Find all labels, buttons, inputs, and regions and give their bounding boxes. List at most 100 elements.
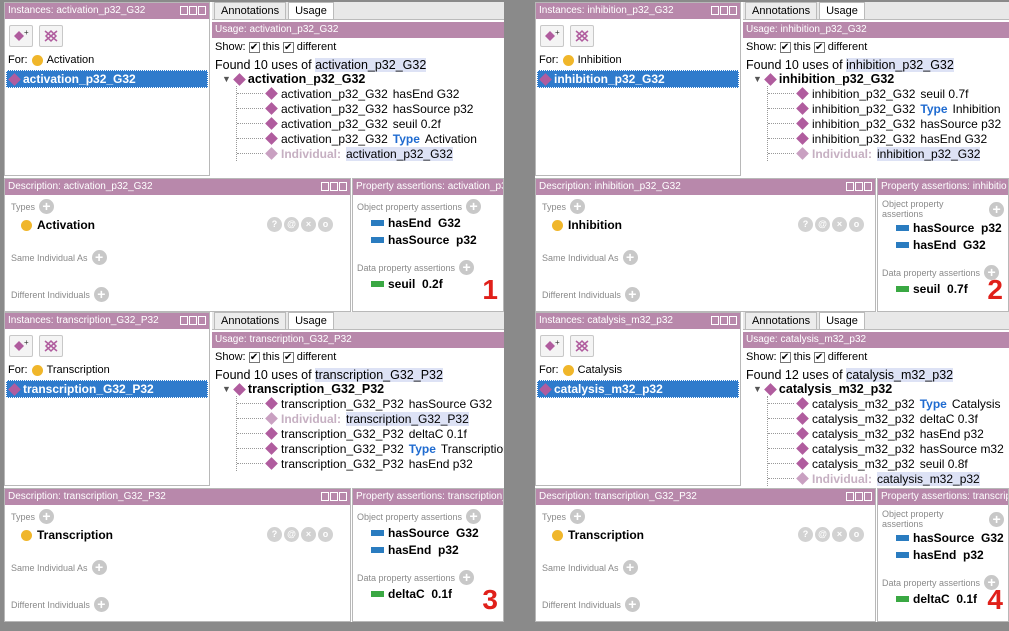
tab-annotations[interactable]: Annotations xyxy=(214,312,287,329)
usage-item[interactable]: Individual: catalysis_m32_p32 xyxy=(768,471,1009,486)
data-property-assertion[interactable]: seuil 0.7f xyxy=(882,280,1004,297)
usage-item[interactable]: catalysis_m32_p32 Type Catalysis xyxy=(768,396,1009,411)
delete-individual-button[interactable] xyxy=(570,25,594,47)
add-individual-button[interactable]: + xyxy=(9,25,33,47)
add-same-individual-plus-icon[interactable]: + xyxy=(622,560,638,575)
add-data-property-plus-icon[interactable]: + xyxy=(459,260,475,275)
window-controls[interactable] xyxy=(180,6,206,15)
object-property-assertion[interactable]: hasSource G32 xyxy=(882,529,1004,546)
add-same-individual-plus-icon[interactable]: + xyxy=(622,250,638,265)
add-object-property-plus-icon[interactable]: + xyxy=(989,201,1004,217)
usage-item[interactable]: Individual: activation_p32_G32 xyxy=(237,146,504,161)
add-individual-button[interactable]: + xyxy=(9,335,33,357)
add-type-plus-icon[interactable]: + xyxy=(39,509,55,524)
usage-item[interactable]: activation_p32_G32 hasEnd G32 xyxy=(237,86,504,101)
this-checkbox[interactable]: ✔ xyxy=(779,41,791,53)
tab-annotations[interactable]: Annotations xyxy=(214,2,287,19)
window-controls[interactable] xyxy=(711,316,737,325)
window-controls[interactable] xyxy=(846,182,872,191)
object-property-assertion[interactable]: hasEnd G32 xyxy=(357,214,499,231)
this-checkbox[interactable]: ✔ xyxy=(248,41,260,53)
usage-item[interactable]: activation_p32_G32 Type Activation xyxy=(237,131,504,146)
data-property-assertion[interactable]: seuil 0.2f xyxy=(357,275,499,292)
tab-annotations[interactable]: Annotations xyxy=(745,312,818,329)
window-controls[interactable] xyxy=(180,316,206,325)
window-controls[interactable] xyxy=(846,492,872,501)
add-same-individual-plus-icon[interactable]: + xyxy=(91,560,107,575)
selected-individual[interactable]: activation_p32_G32 xyxy=(6,70,208,88)
annotate-icon[interactable]: @ xyxy=(815,217,830,232)
usage-item[interactable]: inhibition_p32_G32 hasSource p32 xyxy=(768,116,1009,131)
add-different-individual-plus-icon[interactable]: + xyxy=(624,287,640,302)
usage-item[interactable]: inhibition_p32_G32 seuil 0.7f xyxy=(768,86,1009,101)
object-property-assertion[interactable]: hasSource p32 xyxy=(357,231,499,248)
data-property-assertion[interactable]: deltaC 0.1f xyxy=(882,590,1004,607)
tab-usage[interactable]: Usage xyxy=(288,2,334,19)
object-property-assertion[interactable]: hasEnd p32 xyxy=(357,541,499,558)
delete-icon[interactable]: × xyxy=(301,527,316,542)
usage-item[interactable]: transcription_G32_P32 hasSource G32 xyxy=(237,396,504,411)
add-different-individual-plus-icon[interactable]: + xyxy=(624,597,640,612)
tab-usage[interactable]: Usage xyxy=(819,2,865,19)
add-individual-button[interactable]: + xyxy=(540,335,564,357)
edit-icon[interactable]: o xyxy=(318,217,333,232)
usage-item[interactable]: inhibition_p32_G32 hasEnd G32 xyxy=(768,131,1009,146)
add-individual-button[interactable]: + xyxy=(540,25,564,47)
usage-item[interactable]: transcription_G32_P32 deltaC 0.1f xyxy=(237,426,504,441)
this-checkbox[interactable]: ✔ xyxy=(248,351,260,363)
delete-individual-button[interactable] xyxy=(570,335,594,357)
usage-item[interactable]: activation_p32_G32 hasSource p32 xyxy=(237,101,504,116)
help-icon[interactable]: ? xyxy=(267,527,282,542)
object-property-assertion[interactable]: hasEnd G32 xyxy=(882,236,1004,253)
help-icon[interactable]: ? xyxy=(798,217,813,232)
selected-individual[interactable]: transcription_G32_P32 xyxy=(6,380,208,398)
edit-icon[interactable]: o xyxy=(849,527,864,542)
different-checkbox[interactable]: ✔ xyxy=(813,351,825,363)
help-icon[interactable]: ? xyxy=(267,217,282,232)
help-icon[interactable]: ? xyxy=(798,527,813,542)
delete-individual-button[interactable] xyxy=(39,25,63,47)
window-controls[interactable] xyxy=(321,492,347,501)
delete-icon[interactable]: × xyxy=(832,527,847,542)
chevron-down-icon[interactable]: ▼ xyxy=(222,384,231,394)
selected-individual[interactable]: inhibition_p32_G32 xyxy=(537,70,739,88)
data-property-assertion[interactable]: deltaC 0.1f xyxy=(357,585,499,602)
delete-icon[interactable]: × xyxy=(832,217,847,232)
add-same-individual-plus-icon[interactable]: + xyxy=(91,250,107,265)
edit-icon[interactable]: o xyxy=(849,217,864,232)
add-object-property-plus-icon[interactable]: + xyxy=(466,199,482,214)
usage-item[interactable]: catalysis_m32_p32 hasEnd p32 xyxy=(768,426,1009,441)
selected-individual[interactable]: catalysis_m32_p32 xyxy=(537,380,739,398)
annotate-icon[interactable]: @ xyxy=(284,217,299,232)
add-object-property-plus-icon[interactable]: + xyxy=(466,509,482,524)
usage-tree-root[interactable]: ▼ transcription_G32_P32 xyxy=(212,382,504,396)
delete-icon[interactable]: × xyxy=(301,217,316,232)
different-checkbox[interactable]: ✔ xyxy=(282,351,294,363)
window-controls[interactable] xyxy=(321,182,347,191)
usage-tree-root[interactable]: ▼ catalysis_m32_p32 xyxy=(743,382,1009,396)
add-data-property-plus-icon[interactable]: + xyxy=(459,570,475,585)
add-different-individual-plus-icon[interactable]: + xyxy=(93,287,109,302)
add-type-plus-icon[interactable]: + xyxy=(39,199,55,214)
edit-icon[interactable]: o xyxy=(318,527,333,542)
different-checkbox[interactable]: ✔ xyxy=(813,41,825,53)
usage-item[interactable]: transcription_G32_P32 hasEnd p32 xyxy=(237,456,504,471)
usage-item[interactable]: inhibition_p32_G32 Type Inhibition xyxy=(768,101,1009,116)
chevron-down-icon[interactable]: ▼ xyxy=(753,74,762,84)
chevron-down-icon[interactable]: ▼ xyxy=(753,384,762,394)
delete-individual-button[interactable] xyxy=(39,335,63,357)
add-type-plus-icon[interactable]: + xyxy=(570,199,586,214)
add-type-plus-icon[interactable]: + xyxy=(570,509,586,524)
tab-usage[interactable]: Usage xyxy=(819,312,865,329)
this-checkbox[interactable]: ✔ xyxy=(779,351,791,363)
object-property-assertion[interactable]: hasSource p32 xyxy=(882,219,1004,236)
usage-item[interactable]: catalysis_m32_p32 seuil 0.8f xyxy=(768,456,1009,471)
usage-item[interactable]: transcription_G32_P32 Type Transcription xyxy=(237,441,504,456)
usage-item[interactable]: catalysis_m32_p32 hasSource m32 xyxy=(768,441,1009,456)
chevron-down-icon[interactable]: ▼ xyxy=(222,74,231,84)
usage-item[interactable]: Individual: inhibition_p32_G32 xyxy=(768,146,1009,161)
tab-usage[interactable]: Usage xyxy=(288,312,334,329)
annotate-icon[interactable]: @ xyxy=(815,527,830,542)
annotate-icon[interactable]: @ xyxy=(284,527,299,542)
object-property-assertion[interactable]: hasSource G32 xyxy=(357,524,499,541)
